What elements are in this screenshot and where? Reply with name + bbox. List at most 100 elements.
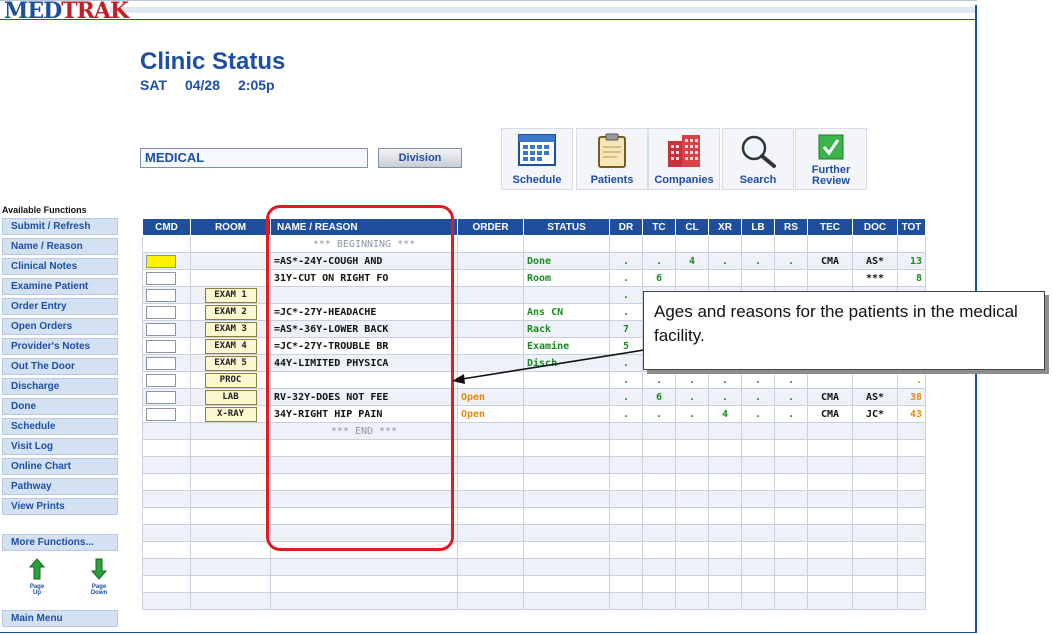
table-cell	[852, 575, 898, 593]
column-header-cmd[interactable]: CMD	[142, 218, 191, 236]
column-header-lb[interactable]: LB	[741, 218, 775, 236]
table-cell	[190, 490, 271, 508]
page-down-button[interactable]: Page Down	[88, 558, 110, 598]
table-cell	[190, 422, 271, 440]
room-button[interactable]: PROC	[204, 372, 257, 388]
table-cell	[523, 422, 610, 440]
companies-button[interactable]: Companies	[648, 128, 720, 190]
xr-cell	[708, 269, 742, 287]
cmd-input[interactable]	[146, 356, 176, 370]
table-cell	[642, 473, 676, 491]
division-field[interactable]: MEDICAL	[140, 148, 368, 168]
cmd-input[interactable]	[146, 339, 176, 353]
further-review-button[interactable]: Further Review	[795, 128, 867, 190]
column-header-tec[interactable]: TEC	[807, 218, 853, 236]
sidebar-item-order-entry[interactable]: Order Entry	[2, 298, 118, 315]
more-functions-button[interactable]: More Functions...	[2, 534, 118, 551]
table-row[interactable]: X-RAY 34Y-RIGHT HIP PAIN Open... 4.. CMA JC* 4…	[142, 405, 926, 423]
cl-cell: .	[675, 405, 709, 423]
dr-cell: .	[609, 252, 643, 270]
cmd-input[interactable]	[146, 373, 176, 387]
column-header-cl[interactable]: CL	[675, 218, 709, 236]
rs-cell: .	[774, 252, 808, 270]
sidebar-item-clinical-notes[interactable]: Clinical Notes	[2, 258, 118, 275]
table-cell	[190, 558, 271, 576]
sidebar-item-online-chart[interactable]: Online Chart	[2, 458, 118, 475]
table-cell	[609, 422, 643, 440]
table-cell	[523, 490, 610, 508]
tc-cell: .	[642, 405, 676, 423]
column-header-xr[interactable]: XR	[708, 218, 742, 236]
cl-cell: .	[675, 371, 709, 389]
cmd-input[interactable]	[146, 254, 176, 268]
cmd-input[interactable]	[146, 390, 176, 404]
column-header-order[interactable]: ORDER	[457, 218, 524, 236]
table-cell	[807, 456, 853, 474]
sidebar-item-discharge[interactable]: Discharge	[2, 378, 118, 395]
room-button[interactable]: EXAM 3	[204, 321, 257, 337]
page-up-button[interactable]: Page Up	[26, 558, 48, 598]
room-button[interactable]: LAB	[204, 389, 257, 405]
room-button[interactable]: EXAM 5	[204, 355, 257, 371]
clinic-status-table: CMD ROOM NAME / REASON ORDER STATUS DR T…	[142, 218, 926, 610]
order-cell	[457, 252, 524, 270]
table-row[interactable]: PROC.......	[142, 371, 926, 389]
table-cell	[142, 524, 191, 542]
column-header-doc[interactable]: DOC	[852, 218, 898, 236]
table-row[interactable]: =AS*-24Y-COUGH AND Done.. 4... CMA AS* 13	[142, 252, 926, 270]
column-header-tot[interactable]: TOT	[897, 218, 926, 236]
room-button[interactable]: EXAM 1	[204, 287, 257, 303]
lb-cell: .	[741, 371, 775, 389]
table-row[interactable]: LAB RV-32Y-DOES NOT FEE Open. 6.... CMA AS* 38	[142, 388, 926, 406]
column-header-tc[interactable]: TC	[642, 218, 676, 236]
doc-cell: ***	[852, 269, 898, 287]
dr-cell: .	[609, 269, 643, 287]
sidebar-item-providers-notes[interactable]: Provider's Notes	[2, 338, 118, 355]
table-cell	[142, 439, 191, 457]
sidebar-item-examine-patient[interactable]: Examine Patient	[2, 278, 118, 295]
table-cell	[708, 456, 742, 474]
patients-button[interactable]: Patients	[576, 128, 648, 190]
sidebar-item-schedule[interactable]: Schedule	[2, 418, 118, 435]
empty-row	[142, 507, 926, 525]
table-cell	[642, 524, 676, 542]
cmd-input[interactable]	[146, 322, 176, 336]
search-button[interactable]: Search	[722, 128, 794, 190]
status-cell	[523, 371, 610, 389]
table-cell	[190, 507, 271, 525]
cmd-input[interactable]	[146, 271, 176, 285]
table-cell	[774, 456, 808, 474]
column-header-status[interactable]: STATUS	[523, 218, 610, 236]
column-header-dr[interactable]: DR	[609, 218, 643, 236]
table-cell	[852, 439, 898, 457]
sidebar-item-pathway[interactable]: Pathway	[2, 478, 118, 495]
order-cell	[457, 371, 524, 389]
main-menu-button[interactable]: Main Menu	[2, 610, 118, 627]
schedule-button[interactable]: Schedule	[501, 128, 573, 190]
room-button[interactable]: EXAM 2	[204, 304, 257, 320]
division-button[interactable]: Division	[378, 148, 462, 168]
cmd-input[interactable]	[146, 407, 176, 421]
sidebar-item-name-reason[interactable]: Name / Reason	[2, 238, 118, 255]
table-row[interactable]: 31Y-CUT ON RIGHT FO Room. 6 *** 8	[142, 269, 926, 287]
column-header-room[interactable]: ROOM	[190, 218, 271, 236]
sidebar-item-submit-refresh[interactable]: Submit / Refresh	[2, 218, 118, 235]
status-cell: Done	[523, 252, 610, 270]
column-header-rs[interactable]: RS	[774, 218, 808, 236]
magnifier-icon	[741, 135, 776, 168]
room-button[interactable]: EXAM 4	[204, 338, 257, 354]
table-cell	[642, 456, 676, 474]
sidebar-item-view-prints[interactable]: View Prints	[2, 498, 118, 515]
empty-row	[142, 558, 926, 576]
table-cell	[708, 558, 742, 576]
table-cell	[457, 558, 524, 576]
cmd-input[interactable]	[146, 305, 176, 319]
sidebar-item-done[interactable]: Done	[2, 398, 118, 415]
sidebar-item-visit-log[interactable]: Visit Log	[2, 438, 118, 455]
table-cell	[190, 439, 271, 457]
room-button[interactable]: X-RAY	[204, 406, 257, 422]
sidebar-item-out-the-door[interactable]: Out The Door	[2, 358, 118, 375]
table-cell	[523, 592, 610, 610]
sidebar-item-open-orders[interactable]: Open Orders	[2, 318, 118, 335]
cmd-input[interactable]	[146, 288, 176, 302]
